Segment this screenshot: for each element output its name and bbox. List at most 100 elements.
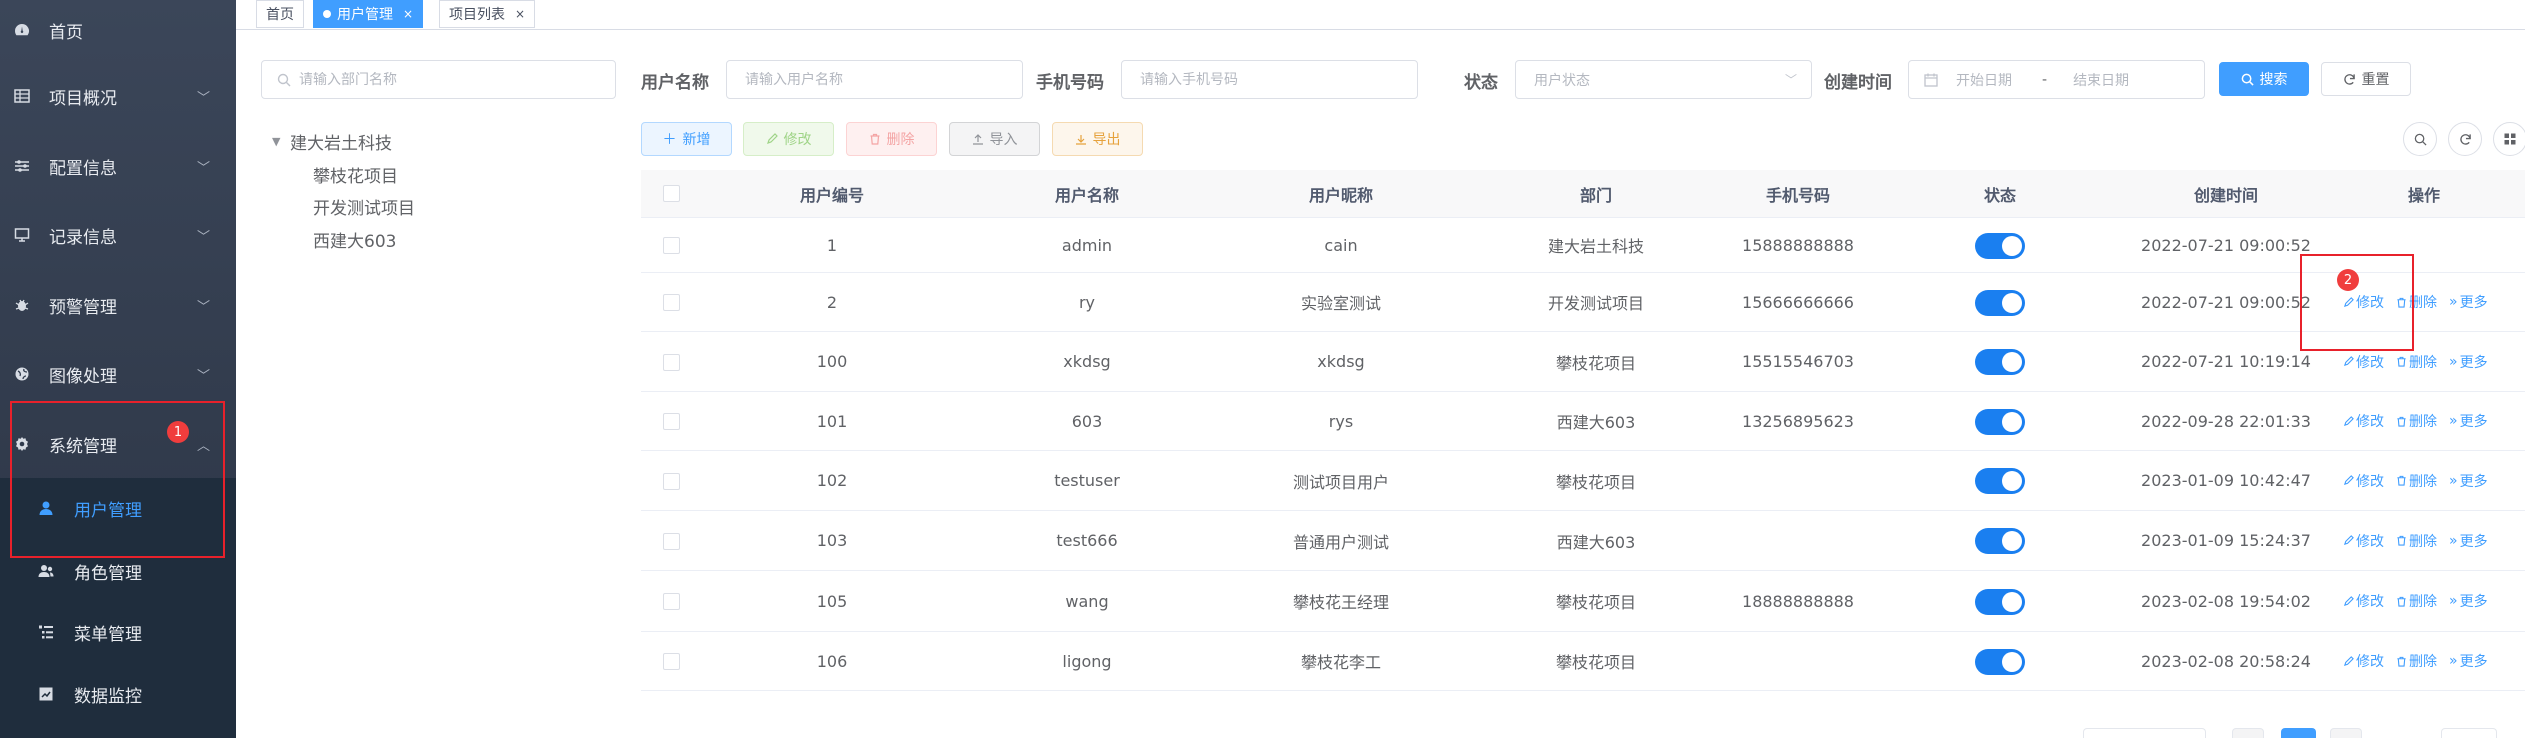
row-edit-link[interactable]: 修改 [2343,651,2384,671]
row-edit-link[interactable]: 修改 [2343,531,2384,551]
tab-project-list[interactable]: 项目列表 × [439,0,536,28]
phone-input[interactable] [1140,71,1376,88]
row-edit-link[interactable]: 修改 [2343,411,2384,431]
row-edit-link[interactable]: 修改 [2343,471,2384,491]
column-header[interactable]: 状态 [1984,170,2016,218]
row-checkbox[interactable] [663,294,680,311]
row-edit-link[interactable]: 修改 [2343,292,2384,312]
column-header[interactable]: 用户名称 [1055,170,1119,218]
sidebar-subitem-data-monitor[interactable]: 数据监控 [0,664,236,724]
row-more-link[interactable]: » 更多 [2449,352,2488,372]
tab-home[interactable]: 首页 [256,0,304,28]
sidebar-item-config[interactable]: 配置信息 ﹀ [0,136,236,196]
status-toggle[interactable] [1975,232,2025,259]
column-header[interactable]: 部门 [1580,170,1612,218]
sidebar-subitem-menu-management[interactable]: 菜单管理 [0,602,236,662]
tree-node-root[interactable]: 建大岩土科技 [290,129,392,154]
caret-down-icon[interactable]: ▼ [272,135,280,148]
column-header[interactable]: 手机号码 [1766,170,1830,218]
add-button[interactable]: ＋ 新增 [641,122,732,156]
sidebar-item-alerts[interactable]: 预警管理 ﹀ [0,275,236,335]
start-date-input[interactable]: 开始日期 [1956,70,2012,90]
status-toggle[interactable] [1975,528,2025,554]
row-delete-link[interactable]: 删除 [2396,591,2437,611]
phone-field[interactable] [1121,60,1418,99]
sidebar-item-project-overview[interactable]: 项目概况 ﹀ [0,66,236,126]
row-checkbox[interactable] [663,653,680,670]
page-number-active[interactable] [2281,728,2316,738]
select-all-checkbox[interactable] [663,185,680,202]
jump-page-input[interactable] [2441,728,2497,738]
next-page-button[interactable] [2330,728,2362,738]
sidebar-item-system[interactable]: 系统管理 ︿ [0,414,236,474]
row-edit-link[interactable]: 修改 [2343,352,2384,372]
row-delete-link[interactable]: 删除 [2396,352,2437,372]
status-label: 状态 [1464,73,1498,93]
sidebar-item-records[interactable]: 记录信息 ﹀ [0,205,236,265]
edit-icon [2343,296,2354,307]
download-icon [1075,135,1086,145]
status-toggle[interactable] [1975,648,2025,675]
row-more-link[interactable]: » 更多 [2449,531,2488,551]
username-field[interactable] [726,60,1023,99]
username-input[interactable] [745,71,981,88]
chevron-down-icon: ﹀ [196,229,210,245]
delete-button[interactable]: 删除 [846,122,937,156]
sidebar-item-image-processing[interactable]: 图像处理 ﹀ [0,344,236,404]
row-more-link[interactable]: » 更多 [2449,591,2488,611]
status-select[interactable]: 用户状态 ﹀ [1515,60,1812,99]
row-edit-link[interactable]: 修改 [2343,591,2384,611]
row-checkbox[interactable] [663,413,680,430]
sidebar-subitem-user-management[interactable]: 用户管理 [0,478,236,538]
column-header[interactable]: 用户编号 [800,170,864,218]
sidebar-subitem-role-management[interactable]: 角色管理 [0,541,236,601]
edit-button[interactable]: 修改 [743,122,834,156]
close-icon[interactable]: × [515,7,525,21]
row-actions: 修改 删除 » 更多 [2343,392,2488,450]
row-more-link[interactable]: » 更多 [2449,471,2488,491]
toggle-search-button[interactable] [2403,122,2437,156]
status-toggle[interactable] [1975,289,2025,316]
page-size-select[interactable] [2083,728,2206,738]
row-delete-label: 删除 [2409,654,2437,670]
reset-button[interactable]: 重置 [2321,62,2411,96]
row-more-link[interactable]: » 更多 [2449,411,2488,431]
cell-nick: cain [1324,235,1358,255]
status-toggle[interactable] [1975,349,2025,375]
row-more-link[interactable]: » 更多 [2449,292,2488,312]
tree-node[interactable]: 开发测试项目 [313,194,415,219]
tree-node[interactable]: 西建大603 [313,227,396,252]
row-delete-link[interactable]: 删除 [2396,471,2437,491]
dept-search-input[interactable] [299,71,599,88]
cell-phone: 13256895623 [1742,411,1854,431]
column-header[interactable]: 用户昵称 [1309,170,1373,218]
import-button[interactable]: 导入 [949,122,1040,156]
row-checkbox[interactable] [663,472,680,490]
row-more-link[interactable]: » 更多 [2449,651,2488,671]
refresh-button[interactable] [2448,122,2482,156]
tree-node[interactable]: 攀枝花项目 [313,162,398,187]
row-delete-link[interactable]: 删除 [2396,651,2437,671]
sidebar-item-home[interactable]: 首页 [0,0,236,60]
row-checkbox[interactable] [663,532,680,550]
column-header[interactable]: 创建时间 [2194,170,2258,218]
row-checkbox[interactable] [663,593,680,610]
row-delete-link[interactable]: 删除 [2396,531,2437,551]
columns-button[interactable] [2493,122,2525,156]
dept-search-field[interactable] [261,60,616,99]
prev-page-button[interactable] [2232,728,2264,738]
trash-icon [2397,475,2406,486]
search-button[interactable]: 搜索 [2219,62,2309,96]
end-date-input[interactable]: 结束日期 [2073,70,2129,90]
export-button[interactable]: 导出 [1052,122,1143,156]
tab-user-management[interactable]: 用户管理 × [313,0,424,28]
date-range-picker[interactable]: 开始日期 - 结束日期 [1908,60,2205,99]
row-checkbox[interactable] [663,353,680,371]
row-delete-link[interactable]: 删除 [2396,292,2437,312]
close-icon[interactable]: × [403,7,413,21]
status-toggle[interactable] [1975,468,2025,494]
row-delete-link[interactable]: 删除 [2396,411,2437,431]
row-checkbox[interactable] [663,237,680,254]
status-toggle[interactable] [1975,408,2025,435]
status-toggle[interactable] [1975,588,2025,615]
